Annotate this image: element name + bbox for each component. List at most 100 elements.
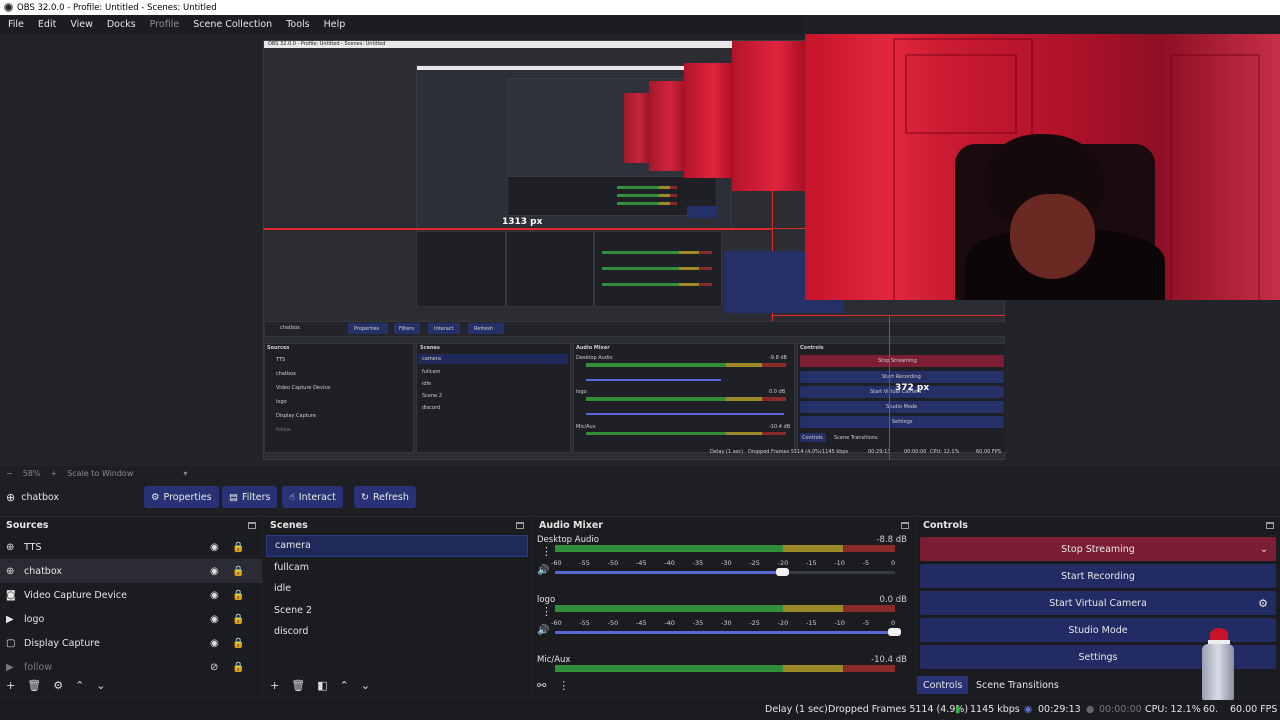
guide-vertical-label: 372 px	[895, 383, 930, 393]
scale-mode-select[interactable]: Scale to Window	[67, 469, 133, 478]
start-virtual-camera-button[interactable]: Start Virtual Camera ⚙	[920, 591, 1276, 615]
undock-icon[interactable]	[516, 521, 524, 529]
eye-icon[interactable]: ◉	[210, 566, 219, 577]
link-icon[interactable]: ⚯	[537, 679, 546, 692]
eye-icon[interactable]: ◉	[210, 638, 219, 649]
tab-controls[interactable]: Controls	[917, 676, 969, 694]
meter-tick-label: -60	[551, 559, 562, 567]
volume-slider-handle[interactable]	[888, 628, 901, 636]
preview-zoom-bar: − 58% + Scale to Window ▾	[0, 466, 1280, 480]
move-up-icon[interactable]: ⌃	[75, 679, 84, 692]
scene-item-label: fullcam	[274, 561, 309, 573]
refresh-icon: ↻	[361, 491, 369, 503]
source-item-label: Display Capture	[24, 637, 100, 649]
fps-status: 60.00 FPS	[1230, 704, 1278, 715]
menu-scene-collection[interactable]: Scene Collection	[193, 19, 272, 30]
zoom-out-button[interactable]: −	[6, 469, 13, 478]
source-item[interactable]: ⊕ TTS ◉ 🔒	[0, 535, 262, 559]
meter-tick-label: -40	[664, 559, 675, 567]
preview-area[interactable]: OBS 32.0.0 - Profile: Untitled - Scenes:…	[0, 34, 1280, 466]
chevron-down-icon[interactable]: ⌄	[1260, 544, 1268, 555]
start-recording-button[interactable]: Start Recording	[920, 564, 1276, 588]
menu-view[interactable]: View	[70, 19, 93, 30]
undock-icon[interactable]	[901, 521, 909, 529]
source-item[interactable]: ▢ Display Capture ◉ 🔒	[0, 631, 262, 655]
zoom-in-button[interactable]: +	[50, 469, 57, 478]
refresh-button[interactable]: ↻ Refresh	[354, 486, 416, 508]
filters-button[interactable]: ▤ Filters	[222, 486, 278, 508]
move-down-icon[interactable]: ⌄	[361, 679, 370, 692]
trash-icon[interactable]: 🗑	[27, 679, 41, 692]
scene-item[interactable]: fullcam	[266, 557, 528, 579]
kebab-icon[interactable]: ⋮	[558, 679, 569, 692]
add-icon[interactable]: +	[6, 679, 15, 692]
decorative-overlay	[1196, 628, 1240, 700]
trash-icon[interactable]: 🗑	[291, 679, 305, 692]
mixer-channel-db: 0.0 dB	[879, 595, 907, 605]
lock-icon[interactable]: 🔒	[232, 590, 244, 601]
globe-icon: ⊕	[6, 541, 15, 553]
volume-slider-handle[interactable]	[776, 568, 789, 576]
menu-tools[interactable]: Tools	[286, 19, 309, 30]
undock-icon[interactable]	[1266, 521, 1274, 529]
undock-icon[interactable]	[248, 521, 256, 529]
source-item-label: logo	[24, 613, 45, 625]
eye-icon[interactable]: ◉	[210, 542, 219, 553]
kebab-icon[interactable]: ⋮	[541, 545, 552, 558]
properties-button[interactable]: ⚙ Properties	[144, 486, 219, 508]
meter-tick-label: -15	[806, 559, 817, 567]
menu-file[interactable]: File	[8, 19, 24, 30]
menu-profile[interactable]: Profile	[150, 19, 180, 30]
meter-tick-label: 0	[891, 619, 896, 627]
eye-hidden-icon[interactable]: ⊘	[210, 662, 218, 673]
interact-button[interactable]: ☝ Interact	[282, 486, 343, 508]
menu-edit[interactable]: Edit	[38, 19, 56, 30]
volume-meter	[555, 665, 895, 672]
source-item[interactable]: ◙ Video Capture Device ◉ 🔒	[0, 583, 262, 607]
gear-icon[interactable]: ⚙	[1258, 597, 1268, 610]
eye-icon[interactable]: ◉	[210, 614, 219, 625]
source-item-label: chatbox	[24, 565, 62, 577]
source-item[interactable]: ▶ logo ◉ 🔒	[0, 607, 262, 631]
speaker-icon[interactable]: 🔊	[537, 625, 549, 636]
webcam-feed	[805, 34, 1280, 300]
meter-tick-label: -25	[749, 559, 760, 567]
scenes-list: camera fullcam idle Scene 2 discord	[264, 535, 530, 643]
scene-item[interactable]: discord	[266, 621, 528, 643]
mixer-channel: Mic/Aux -10.4 dB	[533, 653, 915, 677]
stop-streaming-button[interactable]: Stop Streaming ⌄	[920, 537, 1276, 561]
source-item[interactable]: ⊕ chatbox ◉ 🔒	[0, 559, 262, 583]
lock-icon[interactable]: 🔒	[232, 638, 244, 649]
lock-icon[interactable]: 🔒	[232, 542, 244, 553]
add-icon[interactable]: +	[270, 679, 279, 692]
menu-help[interactable]: Help	[324, 19, 346, 30]
volume-slider[interactable]	[555, 568, 895, 576]
move-up-icon[interactable]: ⌃	[340, 679, 349, 692]
mixer-channel: Desktop Audio -8.8 dB ⋮ -60 -55 -50 -45 -40 -35-…	[533, 533, 915, 593]
volume-slider[interactable]	[555, 628, 901, 636]
eye-icon[interactable]: ◉	[210, 590, 219, 601]
scene-item[interactable]: idle	[266, 578, 528, 600]
tab-scene-transitions[interactable]: Scene Transitions	[970, 676, 1065, 694]
sources-list: ⊕ TTS ◉ 🔒 ⊕ chatbox ◉ 🔒 ◙ Video Capture Device ◉ 🔒 ▶…	[0, 535, 262, 679]
speaker-icon[interactable]: 🔊	[537, 565, 549, 576]
scene-item[interactable]: Scene 2	[266, 600, 528, 622]
gear-icon[interactable]: ⚙	[53, 679, 63, 692]
source-item[interactable]: ▶ follow ⊘ 🔒	[0, 655, 262, 679]
lock-icon[interactable]: 🔒	[232, 614, 244, 625]
move-down-icon[interactable]: ⌄	[96, 679, 105, 692]
meter-tick-label: -5	[862, 559, 870, 567]
bitrate-status: 1145 kbps	[970, 704, 1020, 715]
cpu-status: CPU: 12.1%	[1145, 704, 1201, 715]
lock-icon[interactable]: 🔒	[232, 662, 244, 673]
zoom-level[interactable]: 58%	[23, 469, 41, 478]
nested-title: OBS 32.0.0 - Profile: Untitled - Scenes:…	[268, 41, 386, 47]
kebab-icon[interactable]: ⋮	[541, 605, 552, 618]
chevron-down-icon[interactable]: ▾	[183, 469, 187, 478]
lock-icon[interactable]: 🔒	[232, 566, 244, 577]
filter-icon: ▤	[229, 491, 238, 503]
scene-item[interactable]: camera	[266, 535, 528, 557]
gear-icon: ⚙	[151, 491, 160, 503]
scene-filters-icon[interactable]: ◧	[317, 679, 327, 692]
menu-docks[interactable]: Docks	[107, 19, 136, 30]
